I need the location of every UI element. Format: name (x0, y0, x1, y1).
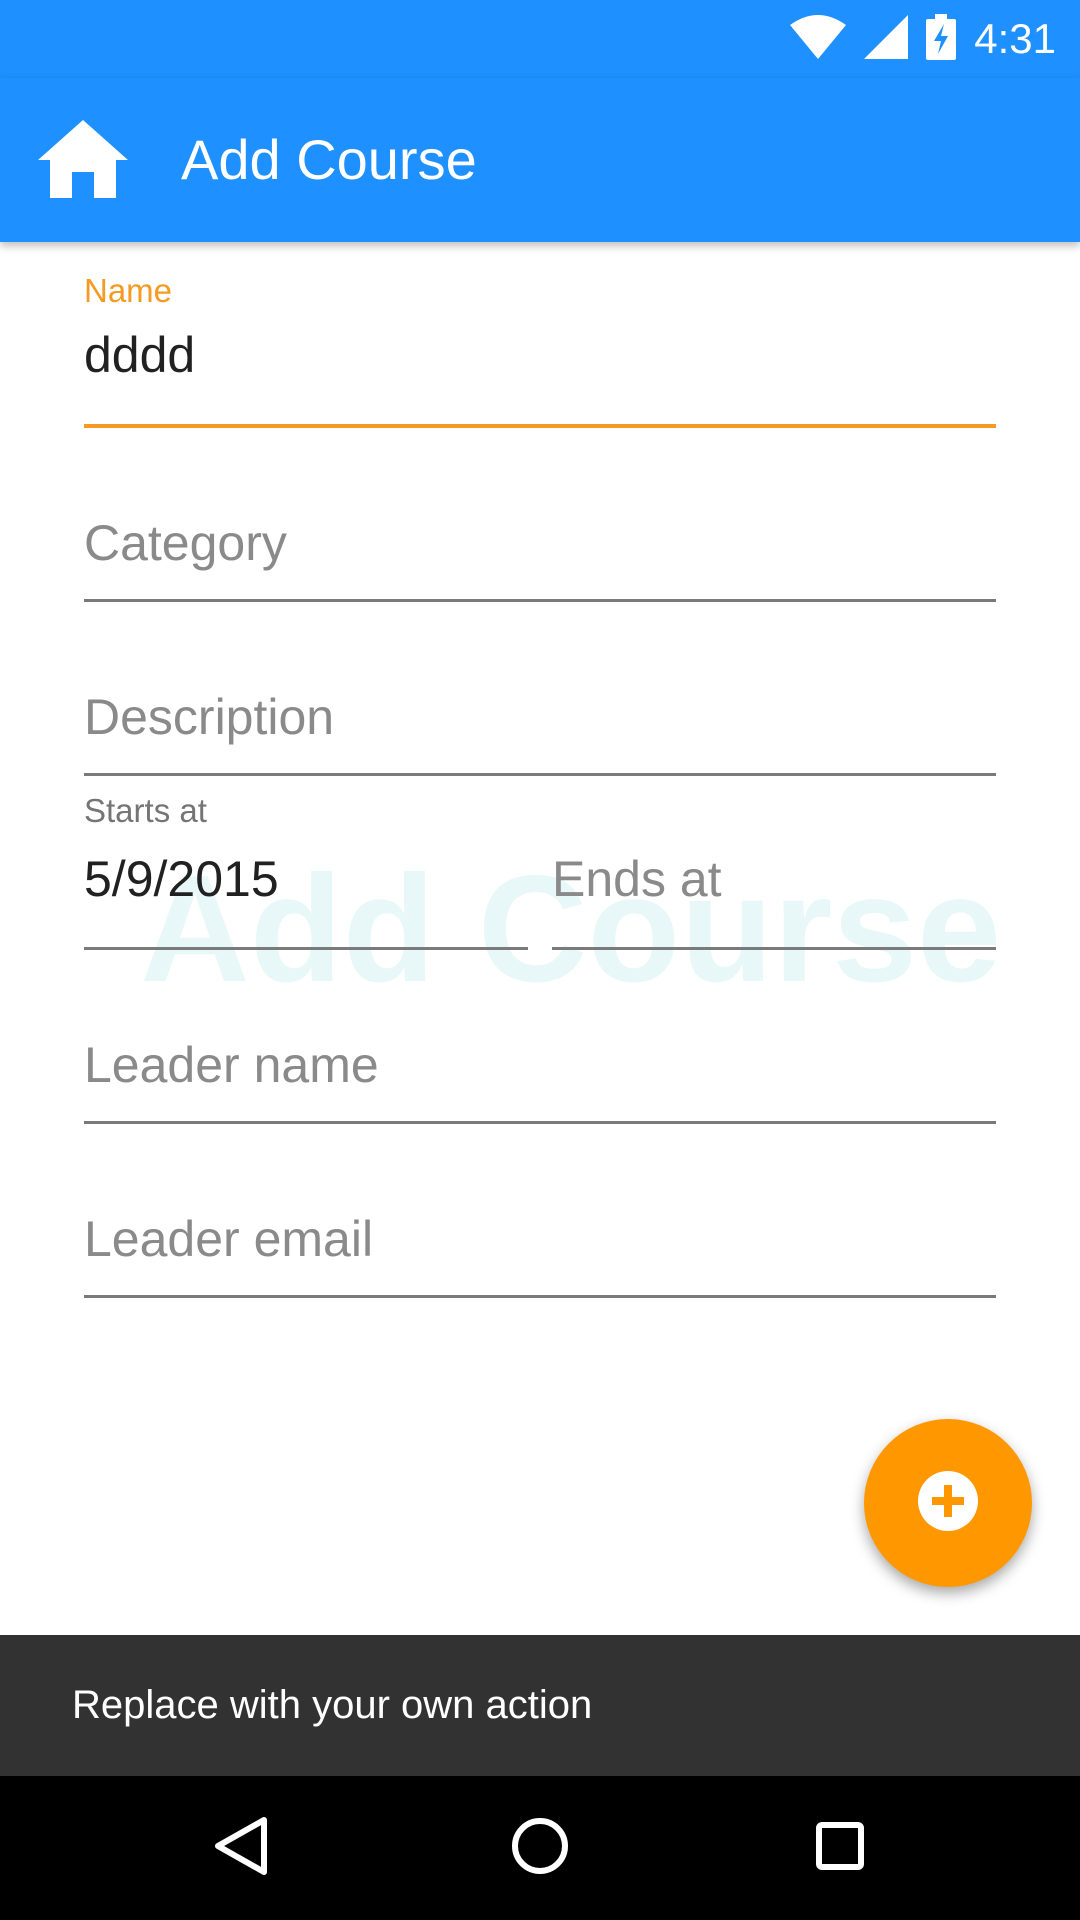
description-hint: Description (84, 689, 335, 745)
starts-at-label: Starts at (84, 792, 207, 829)
category-hint: Category (84, 515, 287, 571)
name-field[interactable]: Name dddd (84, 268, 996, 428)
ends-at-field[interactable]: Ends at (552, 850, 996, 950)
status-bar: 4:31 (0, 0, 1080, 78)
recents-button[interactable] (790, 1798, 890, 1898)
category-underline (84, 599, 996, 602)
battery-charging-icon (926, 13, 957, 65)
name-underline (84, 424, 996, 428)
leader-email-field[interactable]: Leader email (84, 1198, 996, 1298)
leader-name-hint: Leader name (84, 1037, 379, 1093)
leader-name-field[interactable]: Leader name (84, 1024, 996, 1124)
leader-email-hint: Leader email (84, 1211, 374, 1267)
system-nav-bar (0, 1776, 1080, 1920)
status-icons: 4:31 (790, 0, 1056, 78)
home-circle-icon (511, 1817, 569, 1880)
recents-icon (815, 1821, 865, 1876)
back-button[interactable] (190, 1798, 290, 1898)
cell-signal-icon (864, 14, 909, 64)
page-title: Add Course (181, 128, 477, 191)
snackbar-text: Replace with your own action (72, 1683, 593, 1727)
description-field[interactable]: Description (84, 676, 996, 776)
home-icon (38, 119, 128, 203)
home-nav-button[interactable] (490, 1798, 590, 1898)
app-bar: Add Course (0, 78, 1080, 242)
ends-at-hint: Ends at (552, 851, 722, 907)
starts-at-field[interactable]: Starts at 5/9/2015 (84, 790, 528, 950)
status-time: 4:31 (974, 15, 1056, 62)
leader-name-underline (84, 1121, 996, 1124)
snackbar: Replace with your own action (0, 1635, 1080, 1776)
name-value: dddd (84, 327, 196, 383)
leader-email-underline (84, 1295, 996, 1298)
wifi-icon (790, 14, 847, 64)
starts-at-underline (84, 947, 528, 950)
name-label: Name (84, 272, 173, 309)
home-button[interactable] (30, 108, 136, 214)
ends-at-underline (552, 947, 996, 950)
back-icon (212, 1816, 268, 1881)
add-course-fab[interactable] (864, 1419, 1032, 1587)
description-underline (84, 773, 996, 776)
add-circle-icon (918, 1470, 978, 1536)
starts-at-value: 5/9/2015 (84, 851, 279, 907)
category-field[interactable]: Category (84, 502, 996, 602)
